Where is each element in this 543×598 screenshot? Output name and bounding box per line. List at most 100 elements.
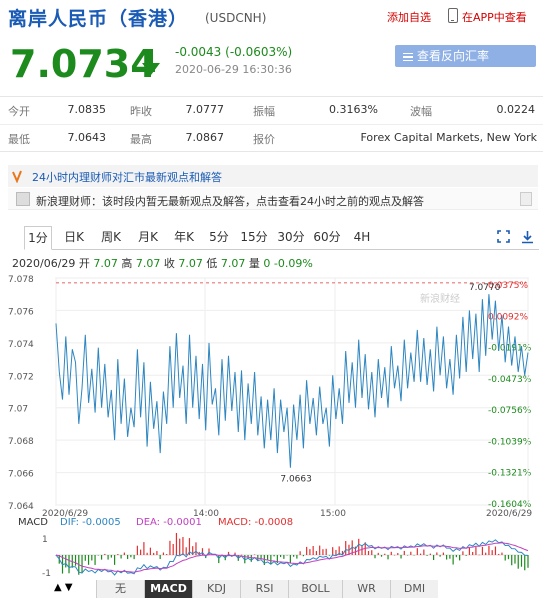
stat-value: 0.3163% [329, 103, 378, 116]
macd-bar [107, 555, 109, 560]
macd-bar [240, 554, 243, 556]
macd-bar [104, 553, 106, 555]
fullscreen-icon[interactable] [497, 230, 510, 243]
stat-value: 7.0835 [67, 103, 107, 116]
macd-bar [195, 542, 197, 555]
avatar [16, 192, 30, 206]
indicator-tab-dmi[interactable]: DMI [390, 580, 438, 598]
macd-bar [507, 555, 510, 560]
macd-bar [253, 554, 256, 556]
macd-bar [439, 555, 441, 557]
macd-bar [169, 540, 171, 555]
indicator-tab-rsi[interactable]: RSI [240, 580, 288, 598]
macd-bar [472, 551, 474, 555]
pct-tick-label: -0.0473% [488, 375, 532, 385]
stat-value: 0.0224 [496, 103, 536, 116]
pct-tick-label: -0.1321% [488, 469, 532, 479]
macd-tick: 1 [42, 535, 48, 545]
macd-bar [100, 555, 103, 560]
macd-bar [84, 555, 86, 561]
macd-bar [280, 555, 282, 558]
macd-bar [266, 555, 269, 561]
download-icon[interactable] [521, 230, 534, 244]
news-item[interactable]: 新浪理财师：该时段内暂无最新观点及解答，点击查看24小时之前的观点及解答 [8, 188, 538, 210]
macd-bar [97, 555, 99, 556]
tab-daily[interactable]: 日K [60, 226, 88, 250]
macd-bar [455, 555, 457, 558]
macd-bar [159, 555, 161, 560]
indicator-tab-macd[interactable]: MACD [144, 580, 192, 598]
scrollbar[interactable] [520, 192, 532, 206]
macd-bar [315, 551, 318, 555]
macd-bar [140, 549, 142, 555]
indicator-tab-wr[interactable]: WR [342, 580, 390, 598]
macd-bar [127, 555, 129, 560]
tab-5min[interactable]: 5分 [206, 226, 232, 250]
macd-bar [442, 552, 444, 555]
macd-tick: -1 [42, 569, 51, 579]
advisor-icon [12, 170, 22, 183]
macd-bar [478, 554, 480, 556]
page-title: 离岸人民币（香港） [8, 8, 189, 30]
macd-bar [149, 547, 151, 555]
stat-value: 7.0777 [185, 103, 225, 116]
tab-15min[interactable]: 15分 [239, 226, 269, 250]
add-favorite-link[interactable]: 添加自选 [387, 9, 431, 25]
macd-bar [524, 555, 526, 571]
stats-panel: 今开 7.0835 昨收 7.0777 振幅 0.3163% 波幅 0.0224… [0, 96, 543, 152]
reverse-rate-button[interactable]: 查看反向汇率 [395, 45, 536, 67]
macd-bar [270, 555, 272, 564]
indicator-tab-boll[interactable]: BOLL [288, 580, 342, 598]
macd-bar [345, 540, 347, 555]
watermark: 新浪财经 [420, 292, 460, 305]
macd-bar [488, 545, 490, 555]
macd-bar [286, 555, 288, 556]
macd-bar [387, 555, 389, 560]
macd-bar [68, 555, 70, 574]
macd-bar [403, 550, 405, 555]
macd-bar [117, 554, 119, 555]
macd-bar [81, 555, 83, 573]
y-tick-label: 7.072 [8, 372, 34, 382]
pct-tick-label: -0.1039% [488, 437, 532, 447]
macd-bar [172, 543, 174, 555]
indicator-tab-kdj[interactable]: KDJ [192, 580, 240, 598]
macd-bar [400, 555, 402, 559]
macd-bar [273, 555, 275, 557]
macd-bar [491, 550, 493, 555]
open-app-link[interactable]: 在APP中查看 [462, 9, 527, 25]
macd-bar [283, 555, 285, 559]
news-header-text: 24小时内理财师对汇市最新观点和解答 [32, 171, 222, 184]
price-line [55, 294, 529, 468]
macd-title: MACD [18, 517, 48, 528]
macd-bar [65, 555, 67, 568]
y-tick-label: 7.066 [8, 470, 34, 480]
macd-bar [299, 551, 301, 555]
tab-60min[interactable]: 60分 [312, 226, 342, 250]
macd-bar [306, 546, 308, 555]
price-chart[interactable]: 7.0787.0767.0747.0727.077.0687.0667.0640… [0, 270, 543, 580]
macd-bar [185, 547, 187, 555]
macd-bar [120, 555, 122, 559]
macd-bar [260, 555, 262, 558]
y-tick-label: 7.078 [8, 275, 34, 285]
tab-monthly[interactable]: 月K [133, 226, 163, 250]
macd-bar [328, 555, 331, 556]
macd-bar [459, 555, 461, 561]
stat-label: 振幅 [253, 105, 275, 118]
macd-bar [410, 551, 412, 555]
stats-row: 今开 7.0835 昨收 7.0777 振幅 0.3163% 波幅 0.0224 [0, 97, 543, 123]
price-change: -0.0043 (-0.0603%) [175, 45, 293, 59]
stat-value: Forex Capital Markets, New York [360, 131, 538, 144]
indicator-tab-none[interactable]: 无 [96, 580, 144, 598]
tab-4h[interactable]: 4H [350, 226, 374, 250]
tab-yearly[interactable]: 年K [169, 226, 199, 250]
macd-bar [504, 555, 506, 561]
tab-1min[interactable]: 1分 [24, 226, 52, 250]
ohlc-readout: 2020/06/29 开 7.07 高 7.07 收 7.07 低 7.07 量… [12, 257, 313, 270]
tab-30min[interactable]: 30分 [276, 226, 306, 250]
tab-weekly[interactable]: 周K [96, 226, 126, 250]
macd-bar [494, 546, 497, 555]
macd-bar [374, 555, 376, 559]
news-header[interactable]: 24小时内理财师对汇市最新观点和解答 [8, 165, 538, 187]
